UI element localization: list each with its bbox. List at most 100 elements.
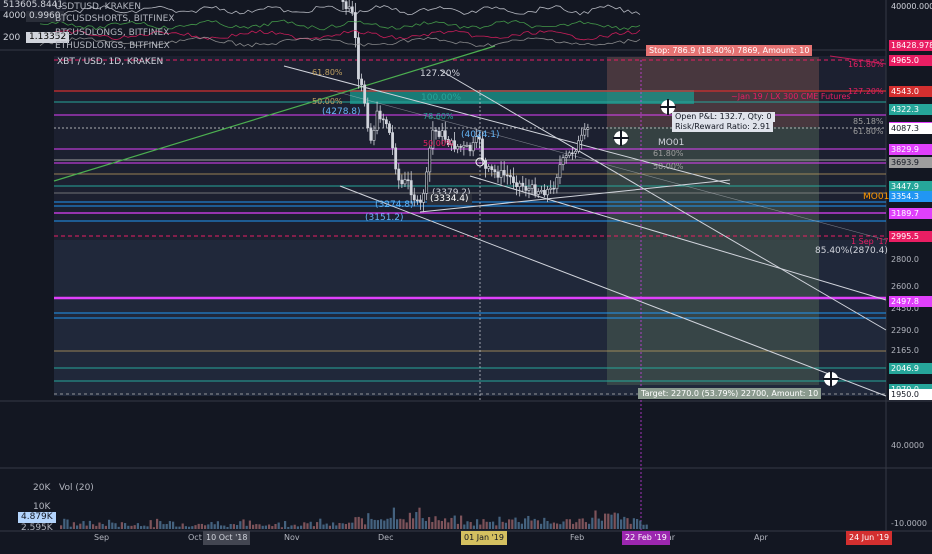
indicator-label-2[interactable]: BTCUSDSHORTS, BITFINEX: [52, 14, 178, 25]
volume-bar: [354, 517, 357, 529]
price-tag: 4087.3: [889, 122, 932, 134]
price-tag: 4965.0: [889, 54, 932, 66]
price-tick-2600: 2600.0: [891, 282, 919, 291]
indicator-label-3[interactable]: BTCUSDLONGS, BITFINEX: [52, 28, 172, 39]
candle-body: [586, 127, 590, 130]
volume-bar: [60, 525, 63, 529]
fib-786: 78.60%: [423, 112, 454, 121]
futures-note: ~Jan 19 / LX 300 CME Futures: [731, 92, 851, 101]
volume-label: Vol (20): [59, 483, 94, 493]
volume-bar: [594, 510, 597, 529]
price-4024: (4024.1): [461, 130, 500, 140]
stop-label: Stop: 786.9 (18.40%) 7869, Amount: 10: [646, 45, 813, 56]
candle-body: [437, 130, 441, 137]
volume-bar: [453, 515, 456, 529]
target-label: Target: 2270.0 (53.79%) 22700, Amount: 1…: [638, 388, 822, 399]
volume-bar: [511, 519, 514, 529]
volume-bar: [268, 524, 271, 529]
volume-bar: [508, 519, 511, 529]
volume-bar: [332, 522, 335, 529]
indicator-label-1[interactable]: USDTUSD, KRAKEN: [52, 2, 144, 13]
left-number-2: 200: [3, 33, 21, 43]
volume-bar: [424, 520, 427, 529]
price-tag: 4322.3: [889, 103, 932, 115]
mo01-label: MO01: [863, 192, 890, 202]
volume-bar: [610, 514, 613, 529]
volume-bar: [456, 523, 459, 529]
candle-body: [543, 189, 546, 196]
fib-100: 100.00%: [421, 93, 462, 103]
candle-body: [468, 144, 472, 152]
volume-bar: [248, 520, 251, 529]
candle-body: [347, 6, 351, 10]
volume-bar: [386, 518, 389, 529]
volume-bar: [271, 526, 274, 529]
candle-body: [391, 132, 394, 149]
candle-body: [440, 130, 444, 137]
indicator-label-4[interactable]: ETHUSDLONGS, BITFINEX: [52, 41, 173, 52]
volume-bar: [178, 526, 181, 529]
price-tag: 1950.0: [889, 389, 932, 400]
volume-bar: [524, 518, 527, 529]
volume-bar: [146, 526, 149, 529]
candle-body: [344, 1, 348, 10]
price-chart[interactable]: [0, 0, 932, 550]
volume-bar: [82, 521, 85, 529]
volume-bar: [204, 525, 207, 529]
candle-body: [378, 110, 382, 120]
candle-body: [533, 184, 537, 195]
candle-body: [481, 138, 484, 161]
volume-bar: [284, 521, 287, 529]
volume-bar: [428, 517, 431, 529]
candle-body: [456, 146, 460, 150]
volume-bar: [226, 527, 229, 529]
volume-bar: [357, 516, 360, 529]
volume-bar: [431, 521, 434, 529]
candle-body: [499, 170, 503, 178]
volume-bar: [188, 526, 191, 529]
volume-bar: [341, 523, 344, 529]
volume-bar: [476, 519, 479, 529]
volume-bar: [482, 519, 485, 529]
volume-bar: [434, 516, 437, 529]
volume-bar: [117, 526, 120, 529]
volume-bar: [396, 519, 399, 529]
volume-bar: [517, 522, 520, 529]
volume-bar: [63, 518, 66, 529]
volume-bar: [527, 515, 530, 529]
volume-bar: [280, 527, 283, 529]
volume-bar: [300, 525, 303, 529]
volume-bar: [591, 517, 594, 529]
volume-bar: [565, 519, 568, 529]
fib-618-mid: 61.80%: [653, 149, 684, 158]
candle-body: [496, 171, 500, 178]
volume-bar: [152, 527, 155, 529]
volume-bar: [108, 519, 111, 529]
volume-bar: [303, 522, 306, 529]
volume-bar: [460, 515, 463, 529]
volume-bar: [210, 522, 213, 529]
sep17-label: 1 Sep '17: [851, 237, 889, 246]
osc-tick: 40.0000: [891, 441, 925, 450]
time-highlight-feb: 22 Feb '19: [622, 531, 670, 545]
volume-bar: [562, 521, 565, 529]
candle-body: [406, 179, 410, 182]
top-axis-value-2: 18428.9781: [889, 40, 932, 51]
candle-body: [490, 166, 494, 170]
fib-5: 50.00%: [423, 139, 454, 148]
candle-body: [375, 110, 379, 131]
volume-bar: [463, 524, 466, 529]
candle-body: [558, 164, 562, 178]
candle-body: [471, 142, 475, 152]
volume-bar: [290, 525, 293, 529]
volume-bar: [364, 524, 367, 529]
price-tag: 2497.8: [889, 295, 932, 307]
volume-bar: [645, 524, 648, 529]
volume-bar: [501, 521, 504, 529]
time-label-feb: Feb: [570, 533, 585, 542]
volume-tag-1: 4.879K: [18, 512, 56, 523]
volume-bar: [572, 523, 575, 529]
volume-bar: [216, 521, 219, 529]
price-tag: 2046.9: [889, 362, 932, 374]
volume-bar: [415, 512, 418, 529]
